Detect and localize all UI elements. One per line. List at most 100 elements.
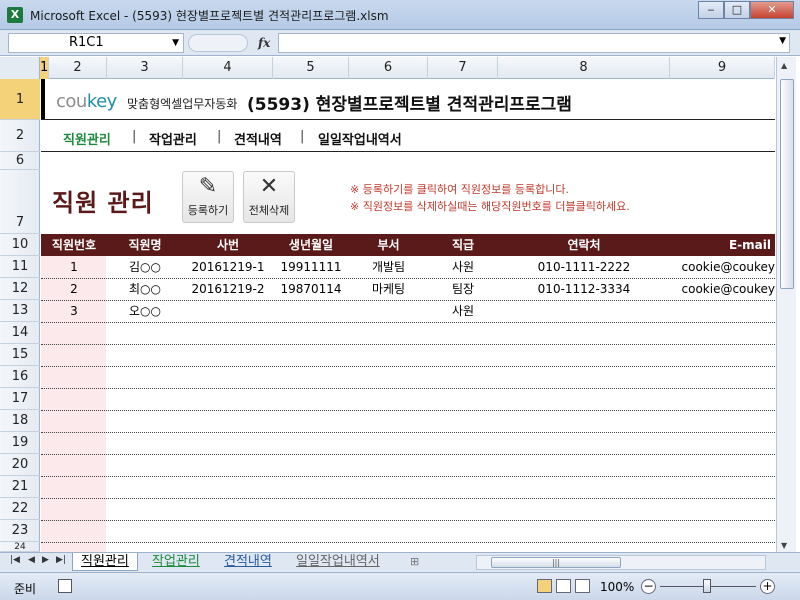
table-cell[interactable]: 010-1111-2222 <box>498 256 670 278</box>
row-divider <box>41 366 775 367</box>
table-cell[interactable]: 20161219-1 <box>183 256 273 278</box>
table-cell[interactable]: 사원 <box>428 300 498 322</box>
sheet-tab-employees[interactable]: 직원관리 <box>72 553 138 571</box>
table-cell[interactable]: 오○○ <box>107 300 183 322</box>
scroll-down-icon[interactable]: ▼ <box>781 541 787 550</box>
table-cell[interactable]: 팀장 <box>428 278 498 300</box>
row-header[interactable]: 12 <box>0 278 40 300</box>
nav-row: 직원관리 | 작업관리 | 견적내역 | 일일작업내역서 <box>41 120 775 152</box>
maximize-button[interactable]: □ <box>724 1 750 19</box>
row-header[interactable]: 1 <box>0 79 40 120</box>
table-cell[interactable]: 1 <box>41 256 107 278</box>
table-cell[interactable] <box>273 300 349 322</box>
table-cell[interactable]: 김○○ <box>107 256 183 278</box>
next-sheet-icon[interactable]: ▶ <box>42 555 49 565</box>
excel-icon[interactable]: X <box>7 7 23 23</box>
zoom-level[interactable]: 100% <box>600 580 634 594</box>
row-header[interactable]: 17 <box>0 388 40 410</box>
prev-sheet-icon[interactable]: ◀ <box>28 555 35 565</box>
table-cell[interactable] <box>670 300 775 322</box>
horizontal-scrollbar[interactable]: ||| <box>476 555 766 570</box>
nav-item-tasks[interactable]: 작업관리 <box>149 129 197 148</box>
row-header[interactable]: 14 <box>0 322 40 344</box>
row-header[interactable]: 15 <box>0 344 40 366</box>
table-cell[interactable]: 마케팅 <box>349 278 428 300</box>
sheet-tab-bar: |◀ ◀ ▶ ▶| 직원관리 작업관리 견적내역 일일작업내역서 ⊞ ||| <box>0 552 800 572</box>
sheet-tab-estimates[interactable]: 견적내역 <box>216 553 280 571</box>
column-header[interactable]: 7 <box>428 57 498 79</box>
sheet-tab-tasks[interactable]: 작업관리 <box>144 553 208 571</box>
delete-all-button[interactable]: ✕ 전체삭제 <box>243 171 295 223</box>
table-cell[interactable]: 최○○ <box>107 278 183 300</box>
row-header[interactable]: 23 <box>0 520 40 542</box>
row-header[interactable]: 10 <box>0 234 40 256</box>
row-divider <box>41 410 775 411</box>
row-header[interactable]: 7 <box>0 170 40 234</box>
nav-item-estimates[interactable]: 견적내역 <box>234 129 282 148</box>
vertical-scrollbar[interactable]: ▲ ▼ <box>776 57 796 552</box>
minimize-button[interactable]: ‒ <box>698 1 724 19</box>
zoom-in-icon[interactable]: + <box>760 579 775 594</box>
select-all-corner[interactable] <box>0 57 40 79</box>
row-header[interactable]: 13 <box>0 300 40 322</box>
column-header[interactable]: 8 <box>498 57 670 79</box>
nav-item-daily-report[interactable]: 일일작업내역서 <box>318 129 402 148</box>
insert-sheet-icon[interactable]: ⊞ <box>410 555 430 569</box>
table-cell[interactable] <box>498 300 670 322</box>
zoom-out-icon[interactable]: − <box>641 579 656 594</box>
column-header[interactable]: 3 <box>107 57 183 79</box>
zoom-slider-thumb[interactable] <box>703 579 711 593</box>
row-header[interactable]: 11 <box>0 256 40 278</box>
chevron-down-icon[interactable]: ▼ <box>172 34 179 52</box>
row-header[interactable]: 2 <box>0 120 40 152</box>
formula-input[interactable]: ▼ <box>278 33 790 53</box>
row-header[interactable]: 24 <box>0 542 40 552</box>
row-header[interactable]: 19 <box>0 432 40 454</box>
table-cell[interactable]: 19870114 <box>273 278 349 300</box>
scroll-up-icon[interactable]: ▲ <box>781 61 787 70</box>
close-button[interactable]: ✕ <box>750 1 794 19</box>
table-cell[interactable]: cookie@coukey <box>670 278 776 300</box>
last-sheet-icon[interactable]: ▶| <box>56 555 66 565</box>
table-cell[interactable] <box>349 300 428 322</box>
table-cell[interactable]: 3 <box>41 300 107 322</box>
first-sheet-icon[interactable]: |◀ <box>10 555 20 565</box>
row-header[interactable]: 22 <box>0 498 40 520</box>
table-cell[interactable]: 2 <box>41 278 107 300</box>
row-header[interactable]: 20 <box>0 454 40 476</box>
page-break-icon[interactable] <box>575 579 590 593</box>
page-layout-icon[interactable] <box>556 579 571 593</box>
row-header[interactable]: 16 <box>0 366 40 388</box>
vertical-scroll-thumb[interactable] <box>780 79 794 289</box>
name-box[interactable]: R1C1 ▼ <box>8 33 184 53</box>
column-header[interactable]: 5 <box>273 57 349 79</box>
row-header[interactable]: 18 <box>0 410 40 432</box>
horizontal-scroll-thumb[interactable]: ||| <box>491 557 621 568</box>
register-button[interactable]: ✎ 등록하기 <box>182 171 234 223</box>
selected-cell[interactable] <box>41 79 45 120</box>
column-header[interactable]: 9 <box>670 57 775 79</box>
table-cell[interactable]: 19911111 <box>273 256 349 278</box>
nav-item-employees[interactable]: 직원관리 <box>63 129 111 148</box>
table-cell[interactable] <box>183 300 273 322</box>
worksheet[interactable]: coukey 맞춤형엑셀업무자동화 (5593) 현장별프로젝트별 견적관리프로… <box>41 79 775 552</box>
table-cell[interactable]: 사원 <box>428 256 498 278</box>
fx-icon[interactable]: fx <box>258 36 270 50</box>
column-header[interactable]: 2 <box>49 57 107 79</box>
status-ready: 준비 <box>14 582 37 596</box>
column-header[interactable]: 6 <box>349 57 428 79</box>
row-header[interactable]: 21 <box>0 476 40 498</box>
table-cell[interactable]: 20161219-2 <box>183 278 273 300</box>
row-header[interactable]: 6 <box>0 152 40 170</box>
table-cell[interactable]: 010-1112-3334 <box>498 278 670 300</box>
sheet-tab-daily-report[interactable]: 일일작업내역서 <box>288 553 388 571</box>
table-cell[interactable]: 개발팀 <box>349 256 428 278</box>
macro-record-icon[interactable] <box>58 579 72 593</box>
table-cell[interactable]: cookie@coukey <box>670 256 776 278</box>
column-header[interactable]: 4 <box>183 57 273 79</box>
column-title: 부서 <box>377 238 400 252</box>
logo-subtitle: 맞춤형엑셀업무자동화 <box>127 97 238 111</box>
column-header[interactable]: 1 <box>40 57 49 79</box>
normal-view-icon[interactable] <box>537 579 552 593</box>
expand-icon[interactable]: ▼ <box>779 36 786 46</box>
